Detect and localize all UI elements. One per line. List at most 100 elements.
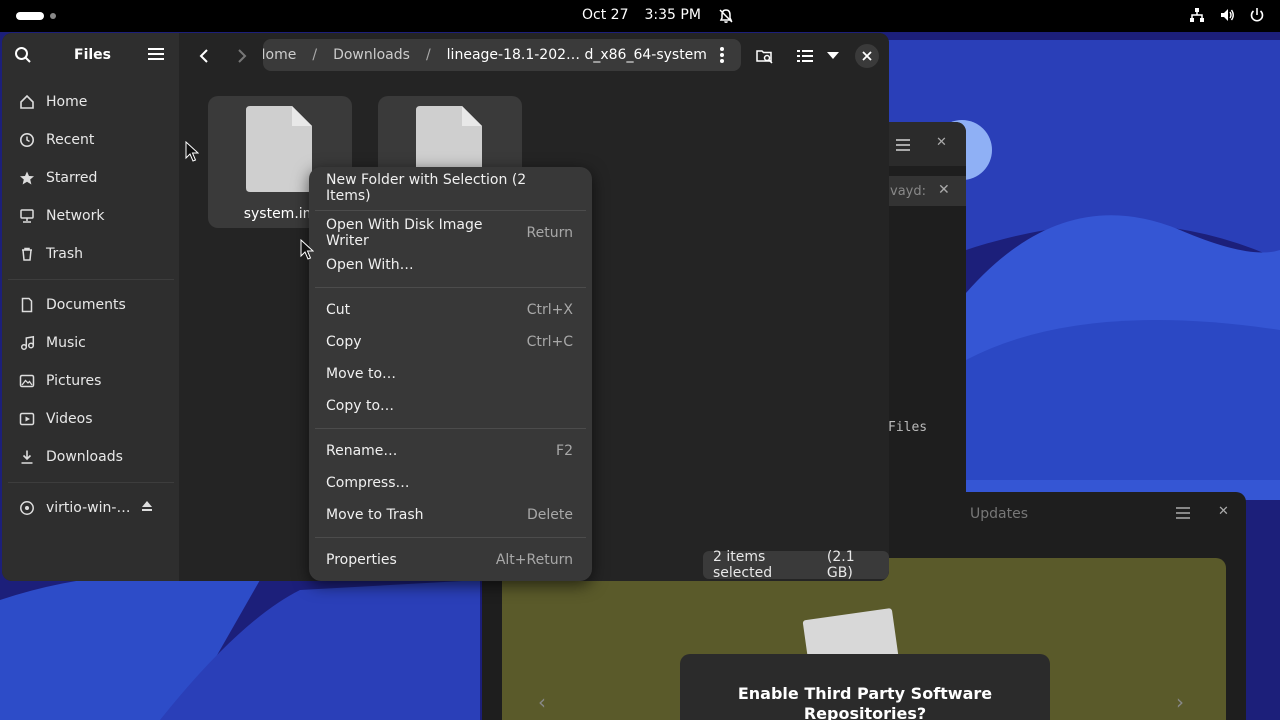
eject-icon[interactable] [140, 499, 154, 517]
hamburger-menu-icon[interactable] [148, 46, 164, 65]
chevron-right-icon[interactable]: › [1176, 690, 1184, 714]
crumb-current-folder[interactable]: lineage-18.1-202… d_x86_64-system [447, 47, 707, 63]
third-party-repos-card[interactable]: Enable Third Party Software Repositories… [680, 654, 1050, 720]
system-tray[interactable] [1188, 6, 1266, 24]
view-toggle-button[interactable] [795, 46, 815, 66]
chevron-left-icon[interactable]: ‹ [538, 690, 546, 714]
crumb-downloads[interactable]: Downloads [333, 47, 410, 63]
close-icon [862, 51, 872, 61]
menu-item-accel: Ctrl+C [526, 334, 573, 350]
sidebar-item-videos[interactable]: Videos [2, 401, 179, 437]
menu-item-label: Open With… [326, 257, 414, 273]
menu-item-move-to-trash[interactable]: Move to Trash Delete [309, 499, 592, 531]
menu-item-compress[interactable]: Compress… [309, 467, 592, 499]
sidebar-divider [8, 279, 174, 280]
sidebar-item-virtio-win[interactable]: virtio-win-… [2, 490, 179, 526]
sidebar-item-label: Downloads [46, 449, 123, 465]
disc-icon [18, 499, 36, 517]
trash-icon [18, 245, 36, 263]
selection-status: 2 items selected (2.1 GB) [703, 549, 889, 581]
menu-separator [315, 428, 586, 429]
close-button[interactable] [855, 44, 879, 68]
workspace-indicator [50, 13, 56, 19]
mouse-cursor-icon [300, 239, 314, 260]
pathbar: Home / Downloads / lineage-18.1-202… d_x… [263, 39, 741, 71]
list-view-icon [797, 50, 813, 62]
sidebar-item-starred[interactable]: Starred [2, 160, 179, 196]
menu-item-accel: F2 [556, 443, 573, 459]
back-button[interactable] [194, 46, 214, 66]
app-title: Files [74, 47, 111, 63]
software-updates-tab[interactable]: Updates [970, 506, 1028, 522]
network-icon [18, 207, 36, 225]
menu-item-label: Open With Disk Image Writer [326, 217, 483, 249]
sidebar-item-downloads[interactable]: Downloads [2, 439, 179, 475]
hamburger-menu-icon[interactable] [1176, 504, 1190, 523]
menu-item-properties[interactable]: Properties Alt+Return [309, 544, 592, 576]
sidebar-item-trash[interactable]: Trash [2, 236, 179, 272]
menu-item-rename[interactable]: Rename… F2 [309, 435, 592, 467]
sidebar-item-music[interactable]: Music [2, 325, 179, 361]
chevron-left-icon [199, 49, 208, 63]
download-icon [18, 448, 36, 466]
sidebar-item-documents[interactable]: Documents [2, 287, 179, 323]
sidebar-item-label: Starred [46, 170, 98, 186]
clock-button[interactable]: Oct 27 3:35 PM [582, 7, 735, 25]
sidebar-item-home[interactable]: Home [2, 84, 179, 120]
crumb-separator: / [312, 47, 318, 63]
menu-item-open-with[interactable]: Open With… [309, 249, 592, 281]
search-icon[interactable] [14, 46, 32, 68]
close-icon[interactable]: ✕ [1218, 504, 1229, 519]
menu-item-label: Copy [326, 334, 362, 350]
hamburger-menu-icon[interactable] [896, 136, 910, 155]
menu-separator [315, 287, 586, 288]
menu-item-label: Copy to… [326, 398, 395, 414]
tab-close-icon[interactable]: ✕ [938, 182, 950, 198]
menu-item-open-with-disk-image-writer[interactable]: Open With Disk Image Writer Return [309, 217, 592, 249]
time-label: 3:35 PM [644, 7, 701, 23]
file-generic-icon [246, 106, 312, 192]
sidebar-item-recent[interactable]: Recent [2, 122, 179, 158]
sidebar-item-network[interactable]: Network [2, 198, 179, 234]
network-wired-icon [1188, 6, 1206, 24]
view-options-button[interactable] [823, 46, 843, 66]
crumb-home[interactable]: Home [263, 47, 296, 63]
sidebar-item-label: Home [46, 94, 88, 110]
volume-icon [1218, 6, 1236, 24]
status-size: (2.1 GB) [826, 549, 855, 581]
video-icon [18, 410, 36, 428]
menu-item-copy[interactable]: Copy Ctrl+C [309, 326, 592, 358]
sidebar-header: Files [2, 33, 179, 79]
menu-item-accel: Return [526, 225, 573, 241]
notifications-muted-icon [717, 7, 735, 25]
activities-button[interactable] [16, 12, 56, 20]
menu-item-label: Move to Trash [326, 507, 424, 523]
menu-item-label: New Folder with Selection (2 Items) [326, 172, 527, 204]
sidebar-item-label: Videos [46, 411, 93, 427]
menu-separator [315, 210, 586, 211]
close-icon[interactable]: ✕ [936, 135, 947, 150]
context-menu: New Folder with Selection (2 Items) Open… [309, 167, 592, 581]
sidebar-item-label: Pictures [46, 373, 102, 389]
menu-item-copy-to[interactable]: Copy to… [309, 390, 592, 422]
folder-search-icon [756, 50, 773, 64]
ghost-cursor-icon [185, 141, 199, 162]
menu-item-label: Move to… [326, 366, 397, 382]
menu-item-new-folder-with-selection[interactable]: New Folder with Selection (2 Items) [309, 172, 592, 204]
clock-icon [18, 131, 36, 149]
workspace-indicator-active [16, 12, 44, 20]
forward-button[interactable] [232, 46, 252, 66]
menu-item-label: Cut [326, 302, 351, 318]
card-title-line1: Enable Third Party Software [737, 684, 993, 703]
sidebar-item-label: Documents [46, 297, 126, 313]
menu-item-move-to[interactable]: Move to… [309, 358, 592, 390]
kebab-menu-icon [720, 47, 724, 63]
sidebar-item-pictures[interactable]: Pictures [2, 363, 179, 399]
home-icon [18, 93, 36, 111]
folder-menu-button[interactable] [719, 46, 725, 68]
power-icon [1248, 6, 1266, 24]
terminal-tab-label: vayd: [890, 184, 926, 199]
search-folder-button[interactable] [755, 46, 775, 66]
menu-item-cut[interactable]: Cut Ctrl+X [309, 294, 592, 326]
menu-item-accel: Delete [527, 507, 573, 523]
